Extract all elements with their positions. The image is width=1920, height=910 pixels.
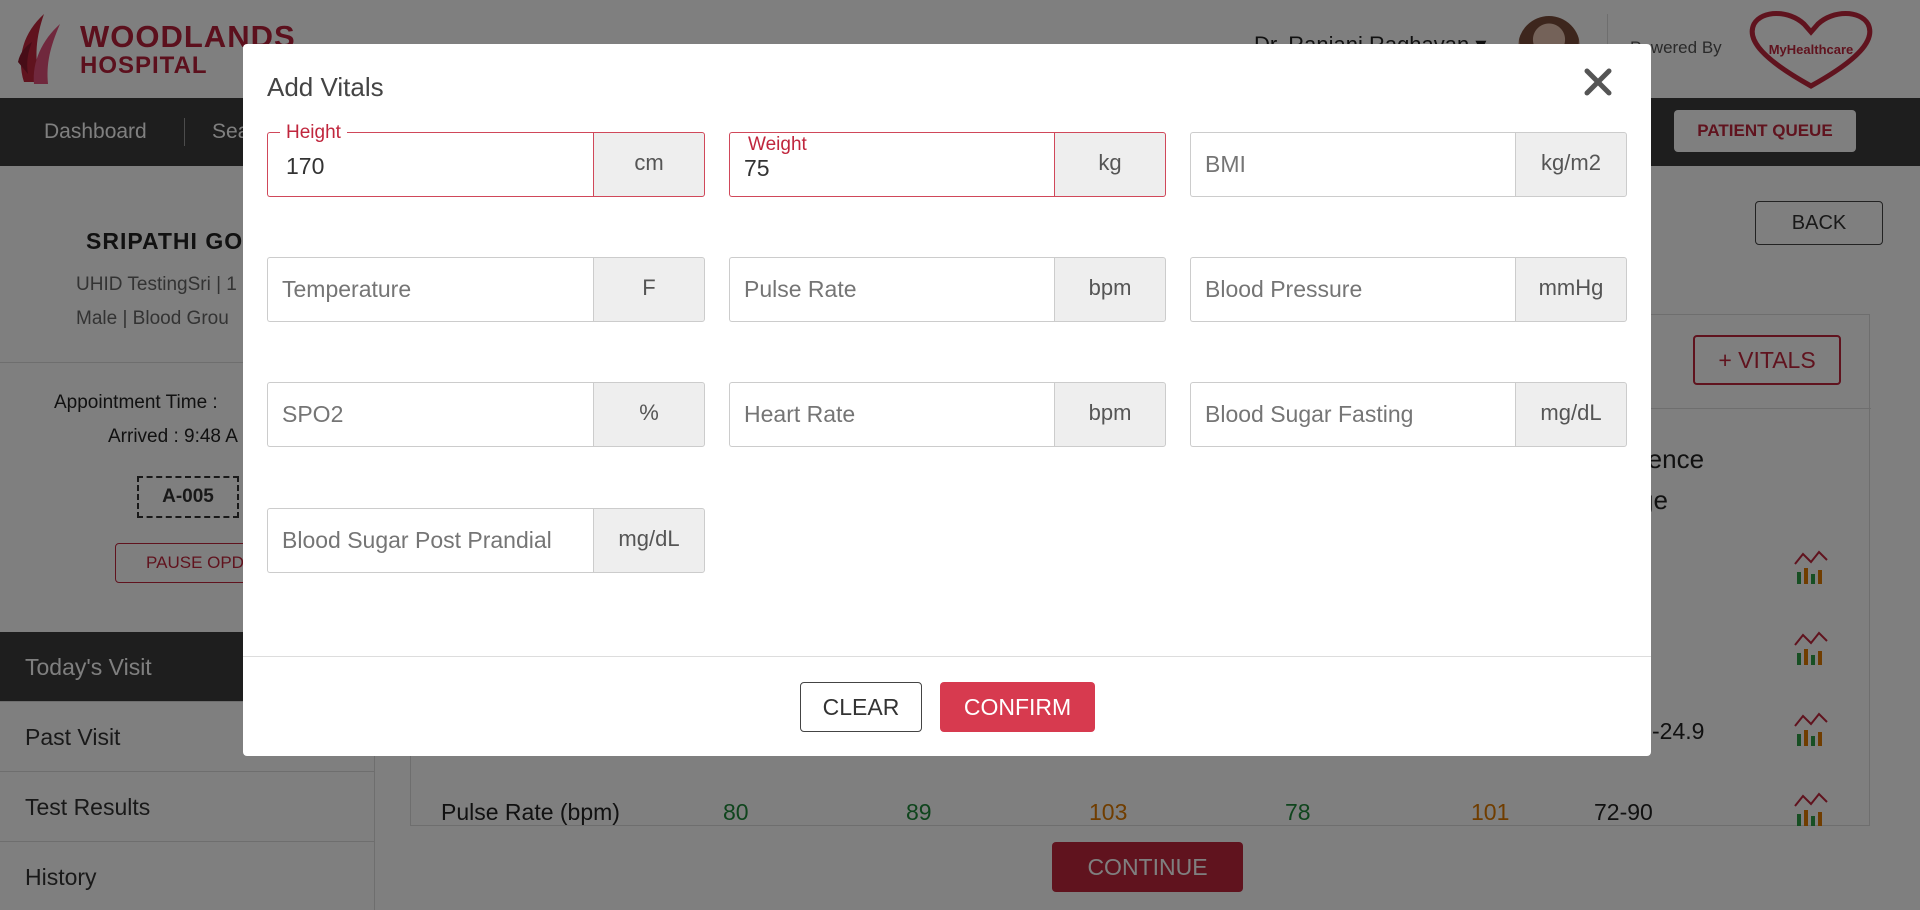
- blood-sugar-fasting-field: mg/dL: [1190, 382, 1627, 447]
- heart-rate-input[interactable]: [730, 383, 1054, 446]
- modal-title: Add Vitals: [267, 72, 384, 102]
- divider: [243, 656, 1651, 657]
- weight-field: Weight 75 kg: [729, 132, 1166, 197]
- pulse-rate-input[interactable]: [730, 258, 1054, 321]
- heart-rate-unit: bpm: [1054, 382, 1166, 447]
- height-field: Height 170 cm: [267, 122, 705, 197]
- add-vitals-modal: Add Vitals Height 170 cm Weight 75 kg kg…: [243, 44, 1651, 756]
- spo2-input[interactable]: [268, 383, 593, 446]
- blood-sugar-fasting-input[interactable]: [1191, 383, 1515, 446]
- spo2-unit: %: [593, 382, 705, 447]
- temperature-field: F: [267, 257, 705, 322]
- height-label: Height: [280, 122, 347, 144]
- close-icon[interactable]: [1578, 62, 1618, 102]
- confirm-button[interactable]: CONFIRM: [940, 682, 1095, 732]
- blood-sugar-post-prandial-field: mg/dL: [267, 508, 705, 573]
- weight-unit: kg: [1054, 132, 1166, 197]
- temperature-unit: F: [593, 257, 705, 322]
- weight-label: Weight: [742, 134, 813, 156]
- height-value[interactable]: 170: [286, 153, 324, 180]
- pulse-rate-field: bpm: [729, 257, 1166, 322]
- bmi-input[interactable]: [1191, 133, 1515, 196]
- height-unit: cm: [593, 132, 705, 197]
- pulse-rate-unit: bpm: [1054, 257, 1166, 322]
- blood-sugar-fasting-unit: mg/dL: [1515, 382, 1627, 447]
- heart-rate-field: bpm: [729, 382, 1166, 447]
- weight-value[interactable]: 75: [744, 155, 770, 182]
- temperature-input[interactable]: [268, 258, 593, 321]
- bmi-field: kg/m2: [1190, 132, 1627, 197]
- bmi-unit: kg/m2: [1515, 132, 1627, 197]
- blood-sugar-post-prandial-input[interactable]: [268, 509, 593, 572]
- blood-pressure-field: mmHg: [1190, 257, 1627, 322]
- blood-pressure-unit: mmHg: [1515, 257, 1627, 322]
- blood-pressure-input[interactable]: [1191, 258, 1515, 321]
- spo2-field: %: [267, 382, 705, 447]
- blood-sugar-post-prandial-unit: mg/dL: [593, 508, 705, 573]
- clear-button[interactable]: CLEAR: [800, 682, 922, 732]
